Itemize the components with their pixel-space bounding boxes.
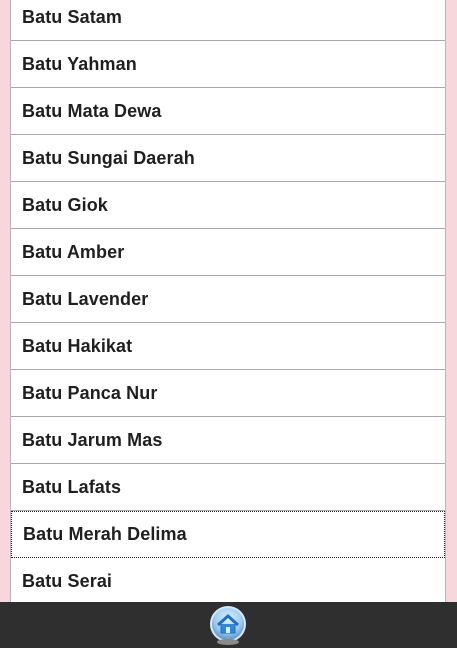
list-item[interactable]: Batu Serai bbox=[11, 558, 445, 602]
list-item[interactable]: Batu Hakikat bbox=[11, 323, 445, 370]
list-item[interactable]: Batu Lafats bbox=[11, 464, 445, 511]
list-item-label: Batu Mata Dewa bbox=[22, 100, 162, 121]
list-item[interactable]: Batu Sungai Daerah bbox=[11, 135, 445, 182]
list-item-label: Batu Lafats bbox=[22, 476, 122, 497]
list-item-label: Batu Jarum Mas bbox=[22, 429, 163, 450]
list-item[interactable]: Batu Giok bbox=[11, 182, 445, 229]
list-item-label: Batu Sungai Daerah bbox=[22, 147, 195, 168]
list-item-label: Batu Panca Nur bbox=[22, 382, 158, 403]
home-button[interactable] bbox=[208, 605, 248, 646]
list-item-label: Batu Amber bbox=[22, 241, 125, 262]
list-item-label: Batu Hakikat bbox=[22, 335, 133, 356]
home-icon bbox=[210, 606, 246, 645]
list-item-label: Batu Serai bbox=[22, 570, 113, 591]
app-screen: Batu Satam Batu Yahman Batu Mata Dewa Ba… bbox=[0, 0, 457, 648]
list-item-label: Batu Merah Delima bbox=[23, 524, 187, 544]
bottom-toolbar bbox=[0, 602, 457, 648]
list-item-label: Batu Lavender bbox=[22, 288, 149, 309]
list-item[interactable]: Batu Yahman bbox=[11, 41, 445, 88]
list-item[interactable]: Batu Panca Nur bbox=[11, 370, 445, 417]
list-item-label: Batu Satam bbox=[22, 6, 123, 27]
stone-list[interactable]: Batu Satam Batu Yahman Batu Mata Dewa Ba… bbox=[10, 0, 446, 602]
list-item[interactable]: Batu Lavender bbox=[11, 276, 445, 323]
list-item[interactable]: Batu Amber bbox=[11, 229, 445, 276]
list-item-focused[interactable]: Batu Merah Delima bbox=[11, 511, 445, 558]
list-item-label: Batu Yahman bbox=[22, 53, 137, 74]
list-item-label: Batu Giok bbox=[22, 194, 108, 215]
list-item[interactable]: Batu Mata Dewa bbox=[11, 88, 445, 135]
list-item[interactable]: Batu Satam bbox=[11, 0, 445, 41]
list-item[interactable]: Batu Jarum Mas bbox=[11, 417, 445, 464]
